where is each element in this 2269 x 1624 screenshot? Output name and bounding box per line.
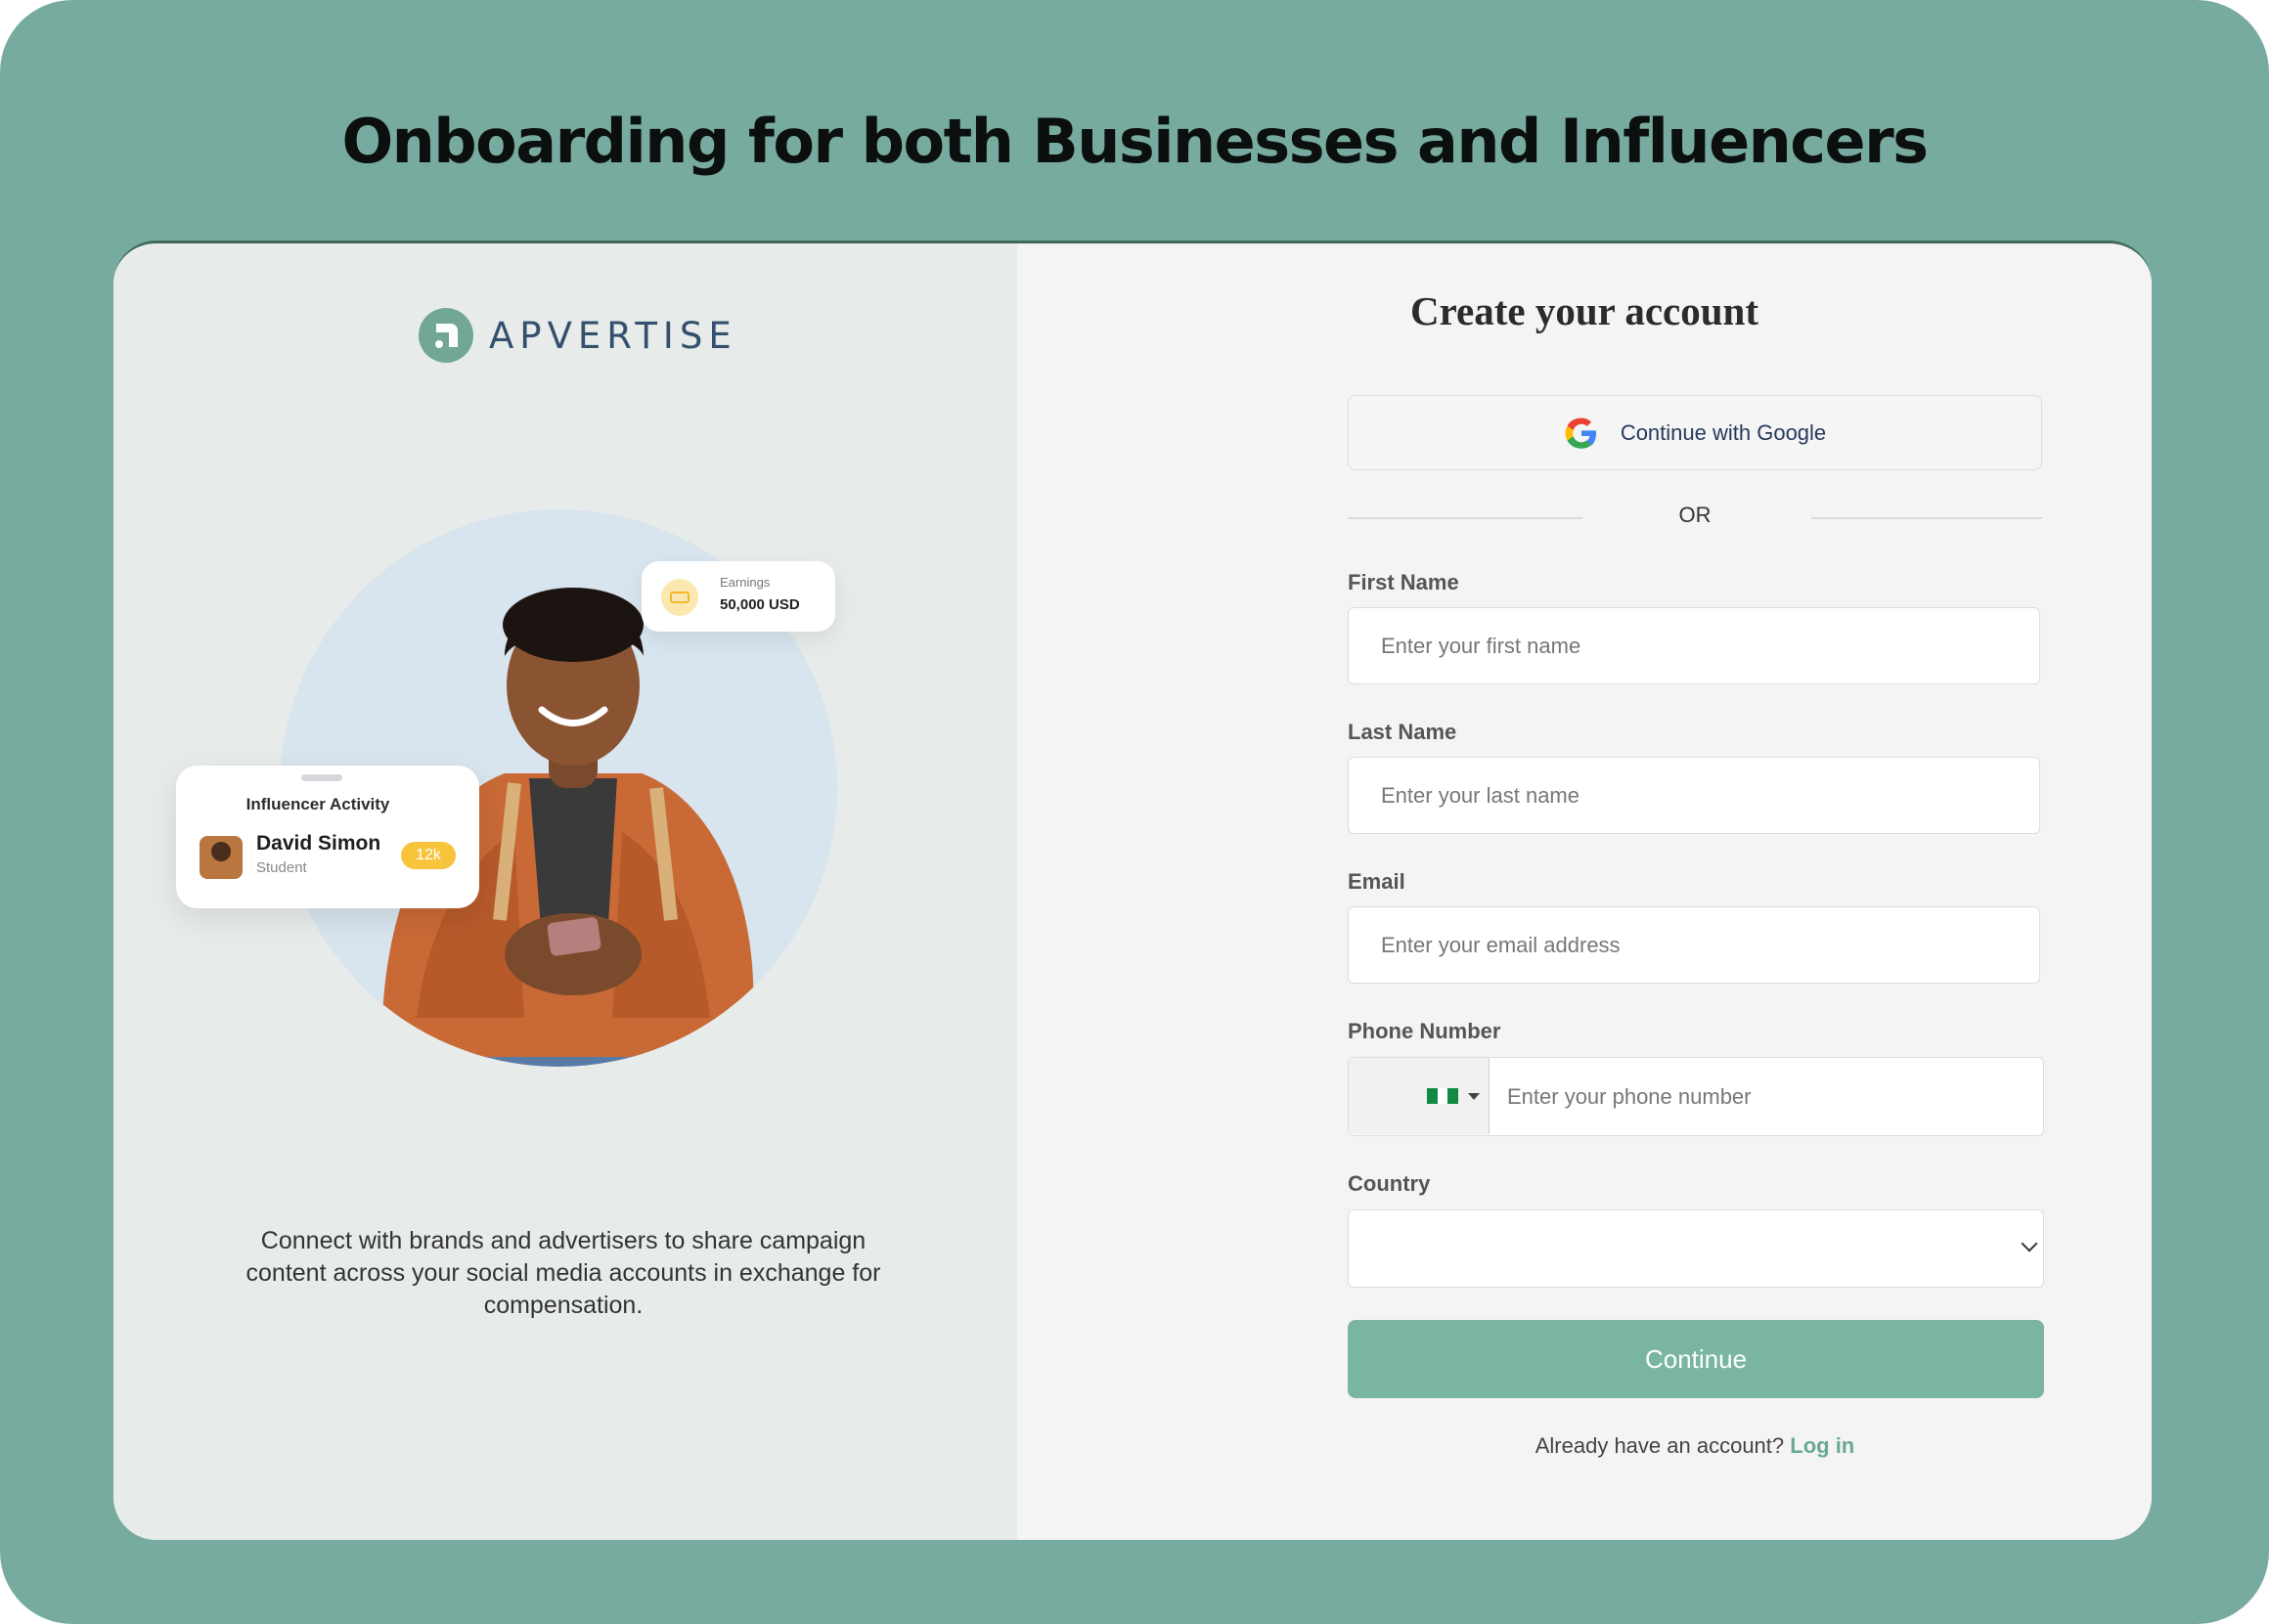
right-panel: Create your account Continue with Google… xyxy=(1017,243,2152,1540)
page-background: Onboarding for both Businesses and Influ… xyxy=(0,0,2269,1624)
page-headline: Onboarding for both Businesses and Influ… xyxy=(341,106,1929,177)
left-panel: APVERTISE Earnings 50,000 USD Influencer… xyxy=(113,243,1017,1540)
influencer-activity-card: Influencer Activity David Simon Student … xyxy=(176,766,479,908)
avatar xyxy=(200,836,243,879)
tagline: Connect with brands and advertisers to s… xyxy=(245,1227,881,1319)
brand-logo: APVERTISE xyxy=(419,308,737,363)
phone-input[interactable] xyxy=(1491,1058,2057,1136)
activity-name: David Simon xyxy=(256,832,381,855)
earnings-value: 50,000 USD xyxy=(720,596,800,613)
form-title: Create your account xyxy=(1409,288,1759,333)
continue-with-google-button[interactable]: Continue with Google xyxy=(1348,395,2042,470)
first-name-input[interactable] xyxy=(1348,607,2040,684)
login-row: Already have an account? Log in xyxy=(1017,1433,2152,1459)
money-icon xyxy=(661,579,698,616)
brand-name: APVERTISE xyxy=(489,314,737,357)
google-button-label: Continue with Google xyxy=(1620,419,1827,445)
earnings-card: Earnings 50,000 USD xyxy=(642,561,835,632)
email-label: Email xyxy=(1348,869,1405,894)
card-handle xyxy=(301,774,342,781)
country-label: Country xyxy=(1348,1171,1431,1196)
caret-down-icon xyxy=(1468,1093,1480,1100)
nigeria-flag-icon xyxy=(1427,1088,1459,1104)
last-name-label: Last Name xyxy=(1348,720,1457,744)
chevron-down-icon xyxy=(2021,1235,2038,1252)
first-name-label: First Name xyxy=(1348,570,1459,594)
or-separator: OR xyxy=(1678,503,1712,527)
phone-field xyxy=(1348,1057,2057,1136)
email-input[interactable] xyxy=(1348,906,2040,984)
activity-role: Student xyxy=(256,859,307,876)
activity-title: Influencer Activity xyxy=(245,795,390,813)
follower-badge: 12k xyxy=(401,842,456,869)
login-link[interactable]: Log in xyxy=(1790,1433,1854,1458)
continue-button[interactable]: Continue xyxy=(1348,1320,2044,1398)
country-select[interactable] xyxy=(1348,1209,2044,1288)
country-code-select[interactable] xyxy=(1349,1058,1490,1134)
last-name-input[interactable] xyxy=(1348,757,2040,834)
login-prompt: Already have an account? xyxy=(1535,1433,1785,1458)
signup-card: APVERTISE Earnings 50,000 USD Influencer… xyxy=(113,241,2152,1540)
phone-label: Phone Number xyxy=(1348,1019,1501,1043)
earnings-label: Earnings xyxy=(720,575,771,590)
apvertise-logo-icon xyxy=(419,308,473,363)
google-icon xyxy=(1565,417,1596,449)
